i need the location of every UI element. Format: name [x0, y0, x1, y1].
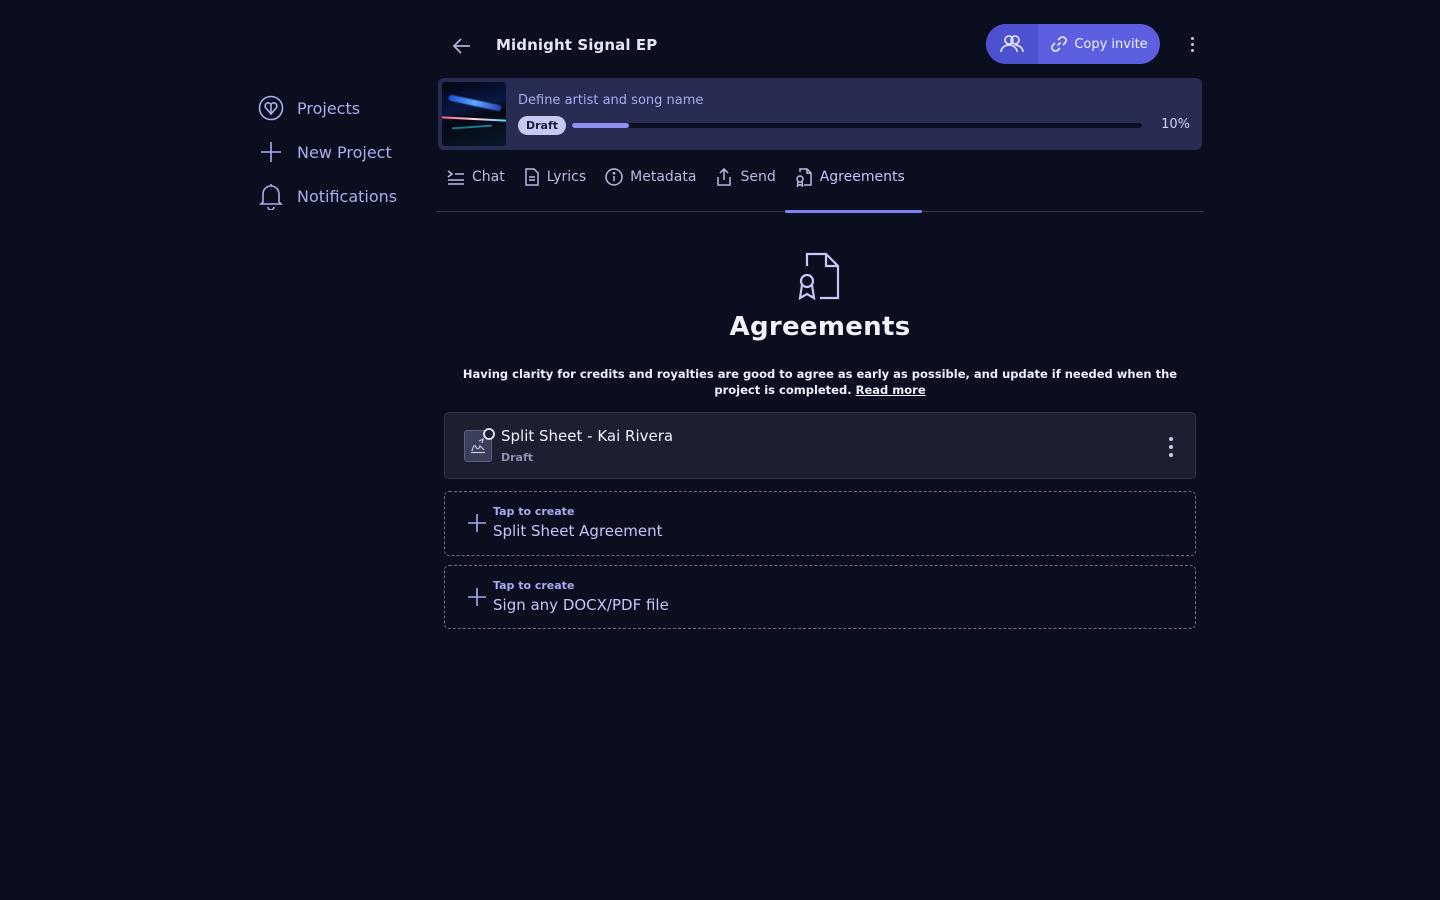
invite-group: Copy invite: [986, 24, 1160, 64]
tab-metadata[interactable]: Metadata: [603, 150, 705, 212]
logo-heart-icon: [256, 93, 286, 123]
members-button[interactable]: [986, 24, 1038, 64]
bell-icon: [256, 181, 286, 211]
section-title: Agreements: [729, 312, 911, 342]
tab-send[interactable]: Send: [713, 150, 784, 212]
page-title: Midnight Signal EP: [496, 36, 658, 54]
app-root: Projects New Project Notifications Midni…: [0, 0, 1440, 900]
sidebar-item-notifications[interactable]: Notifications: [256, 180, 426, 212]
kebab-dot: [1190, 36, 1194, 40]
read-more-link[interactable]: Read more: [856, 383, 926, 397]
tab-chat[interactable]: Chat: [445, 150, 514, 212]
copy-invite-button[interactable]: Copy invite: [1038, 24, 1160, 64]
sidebar-item-label: Notifications: [297, 186, 398, 206]
agreement-more-button[interactable]: [1163, 435, 1179, 459]
project-header: Midnight Signal EP Copy invite: [436, 0, 1204, 78]
progress-bar-fill: [572, 123, 629, 128]
tab-label: Agreements: [819, 169, 905, 185]
plus-icon: [467, 513, 487, 533]
create-split-sheet-button[interactable]: Tap to create Split Sheet Agreement: [444, 491, 1196, 556]
chat-lines-icon: [447, 170, 464, 185]
agreement-item[interactable]: Split Sheet - Kai Rivera Draft: [444, 412, 1196, 479]
tab-label: Lyrics: [546, 169, 587, 185]
more-options-button[interactable]: [1182, 34, 1202, 54]
back-button[interactable]: [450, 34, 474, 58]
create-label: Split Sheet Agreement: [493, 522, 663, 540]
progress-bar: [572, 123, 1142, 128]
share-icon: [717, 168, 732, 186]
tab-bar: Chat Lyrics Metadata Send Agreements: [436, 150, 1204, 213]
main-panel: Midnight Signal EP Copy invite Define ar…: [436, 0, 1204, 629]
kebab-dot: [1190, 48, 1194, 52]
arrow-left-icon: [452, 38, 470, 54]
plus-icon: [467, 587, 487, 607]
agreements-section: Agreements Having clarity for credits an…: [436, 250, 1204, 629]
plus-icon: [256, 137, 286, 167]
document-icon: [524, 168, 539, 186]
tab-label: Send: [740, 169, 776, 185]
users-icon: [1000, 35, 1024, 53]
kebab-dot: [1169, 437, 1173, 441]
sidebar: Projects New Project Notifications: [256, 92, 426, 224]
status-indicator: [483, 428, 495, 440]
agreement-icon: [792, 250, 848, 306]
progress-step-label: Define artist and song name: [518, 93, 704, 108]
sidebar-item-label: Projects: [297, 98, 361, 118]
tab-agreements[interactable]: Agreements: [784, 150, 922, 213]
progress-card[interactable]: Define artist and song name Draft 10%: [438, 78, 1202, 150]
status-badge: Draft: [518, 116, 567, 135]
info-icon: [605, 168, 623, 186]
agreement-title: Split Sheet - Kai Rivera: [501, 427, 674, 445]
description-text: Having clarity for credits and royalties…: [462, 367, 1178, 397]
cover-art: [442, 82, 506, 146]
agreement-status: Draft: [501, 451, 534, 464]
sidebar-item-label: New Project: [297, 142, 392, 162]
progress-percent: 10%: [1161, 117, 1190, 132]
sidebar-item-projects[interactable]: Projects: [256, 92, 426, 124]
sign-document-button[interactable]: Tap to create Sign any DOCX/PDF file: [444, 565, 1196, 629]
tab-label: Chat: [472, 169, 505, 185]
kebab-dot: [1169, 453, 1173, 457]
agreements-description: Having clarity for credits and royalties…: [460, 366, 1180, 398]
sidebar-item-new-project[interactable]: New Project: [256, 136, 426, 168]
create-hint: Tap to create: [493, 579, 575, 592]
tab-label: Metadata: [630, 169, 697, 185]
create-label: Sign any DOCX/PDF file: [493, 596, 669, 614]
kebab-dot: [1190, 42, 1194, 46]
agreement-icon: [795, 168, 812, 187]
kebab-dot: [1169, 445, 1173, 449]
link-icon: [1051, 36, 1068, 52]
tab-lyrics[interactable]: Lyrics: [522, 150, 595, 212]
create-hint: Tap to create: [493, 505, 575, 518]
copy-invite-label: Copy invite: [1074, 36, 1148, 52]
